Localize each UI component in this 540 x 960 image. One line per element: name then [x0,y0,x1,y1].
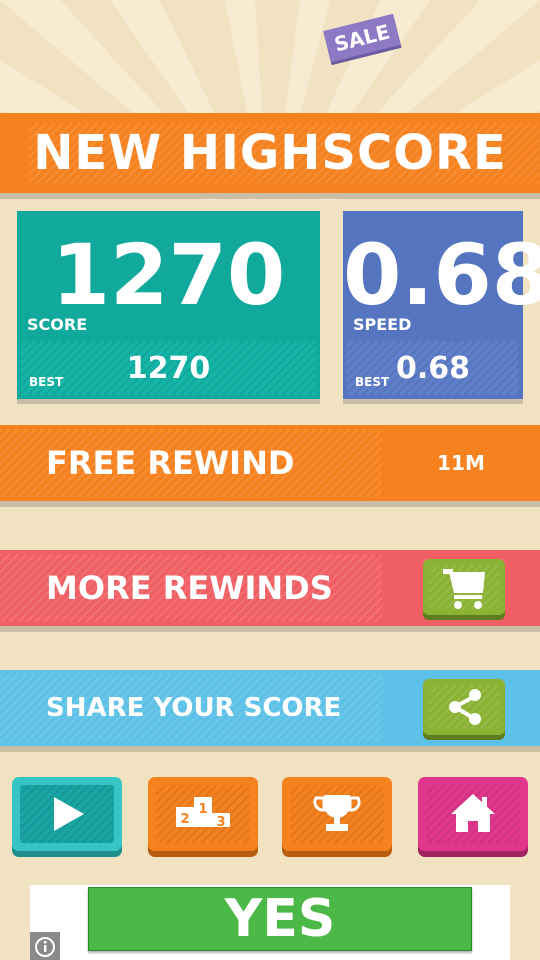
best-speed-value: 0.68 [395,351,471,386]
speed-label: SPEED [353,315,412,334]
best-score-value: 1270 [126,351,211,386]
info-icon[interactable] [30,932,60,960]
share-score-button[interactable]: SHARE YOUR SCORE [0,670,540,746]
score-value: 1270 [51,226,286,324]
banner-title: NEW HIGHSCORE [33,125,507,181]
more-rewinds-label: MORE REWINDS [46,569,333,607]
share-score-label: SHARE YOUR SCORE [46,693,342,723]
free-rewind-timer: 11M [437,451,485,475]
podium-icon: 2 1 3 [176,797,230,830]
podium-digit-2: 2 [180,812,189,827]
best-speed-panel: BEST 0.68 [347,341,519,395]
ad-banner[interactable]: YES [30,885,510,960]
home-icon [451,794,495,832]
new-highscore-banner: NEW HIGHSCORE [0,113,540,193]
cart-icon [443,569,485,609]
free-rewind-label: FREE REWIND [46,444,295,482]
cart-button[interactable] [423,559,505,615]
speed-card: 0.68 SPEED BEST 0.68 [343,211,540,399]
podium-digit-3: 3 [216,815,225,830]
play-icon [54,797,84,831]
score-label: SCORE [27,315,88,334]
share-button[interactable] [423,679,505,735]
best-score-panel: BEST 1270 [21,341,316,395]
podium-digit-1: 1 [198,802,207,817]
share-icon [449,689,481,725]
trophy-icon [313,795,361,831]
home-button[interactable] [418,777,528,851]
score-card: 1270 SCORE BEST 1270 [17,211,320,399]
speed-value: 0.68 [343,226,540,324]
leaderboard-button[interactable]: 2 1 3 [148,777,258,851]
more-rewinds-button[interactable]: MORE REWINDS SALE [0,13,540,626]
free-rewind-button[interactable]: FREE REWIND 11M [0,425,540,501]
ad-yes-button[interactable]: YES [88,887,472,951]
play-button[interactable] [12,777,122,851]
achievements-button[interactable] [282,777,392,851]
